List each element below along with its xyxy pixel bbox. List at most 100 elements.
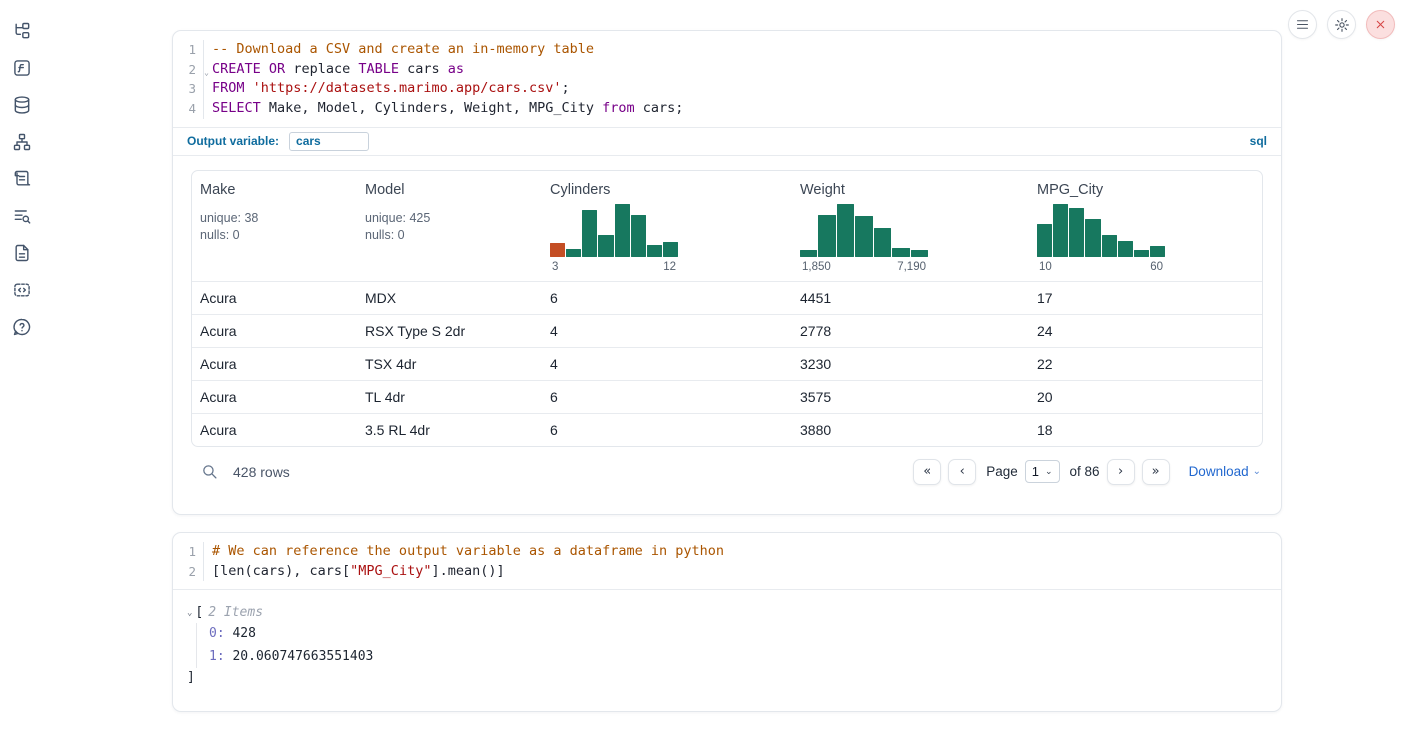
line-number: 1 bbox=[173, 542, 203, 562]
output-variable-input[interactable] bbox=[289, 132, 369, 151]
python-code-editor[interactable]: 1# We can reference the output variable … bbox=[173, 533, 1281, 589]
histogram-bar[interactable] bbox=[855, 216, 872, 257]
left-sidebar bbox=[0, 0, 44, 729]
column-name[interactable]: Weight bbox=[800, 182, 1021, 198]
histogram-bar[interactable] bbox=[892, 248, 909, 257]
code-text: FROM 'https://datasets.marimo.app/cars.c… bbox=[212, 79, 570, 99]
variables-icon[interactable] bbox=[11, 57, 33, 79]
table-row[interactable]: AcuraTL 4dr6357520 bbox=[192, 380, 1262, 413]
table-cell: 6 bbox=[542, 290, 792, 306]
sql-cell: 1 -- Download a CSV and create an in-memo… bbox=[172, 30, 1282, 515]
table-cell: 4451 bbox=[792, 290, 1029, 306]
histogram-bar[interactable] bbox=[582, 210, 597, 257]
histogram-bar[interactable] bbox=[1102, 235, 1117, 257]
table-row[interactable]: AcuraRSX Type S 2dr4277824 bbox=[192, 314, 1262, 347]
line-number: 1 bbox=[173, 40, 203, 60]
shutdown-button[interactable] bbox=[1366, 10, 1395, 39]
table-header-row: Makeunique: 38nulls: 0 Model unique: 425nu… bbox=[192, 171, 1262, 281]
sql-language-badge[interactable]: sql bbox=[1250, 134, 1267, 148]
histogram-bar[interactable] bbox=[818, 215, 835, 257]
column-name[interactable]: Make bbox=[200, 182, 349, 198]
tree-entry-key: 1: bbox=[209, 649, 225, 664]
next-page-button[interactable]: › bbox=[1107, 459, 1135, 485]
column-header-make: Makeunique: 38nulls: 0 bbox=[192, 171, 357, 281]
histogram-bar[interactable] bbox=[911, 250, 928, 257]
column-stats: unique: 425nulls: 0 bbox=[365, 210, 534, 244]
gutter-separator bbox=[203, 542, 204, 562]
histogram-bar[interactable] bbox=[598, 235, 613, 257]
first-page-button[interactable]: « bbox=[913, 459, 941, 485]
column-name[interactable]: Model bbox=[365, 182, 534, 198]
histogram-bar[interactable] bbox=[550, 243, 565, 257]
histogram-bar[interactable] bbox=[1134, 250, 1149, 257]
table-row[interactable]: Acura3.5 RL 4dr6388018 bbox=[192, 413, 1262, 446]
sql-code-editor[interactable]: 1 -- Download a CSV and create an in-memo… bbox=[173, 31, 1281, 127]
histogram-bar[interactable] bbox=[631, 215, 646, 257]
histogram-bar[interactable] bbox=[566, 249, 581, 257]
python-cell: 1# We can reference the output variable … bbox=[172, 532, 1282, 712]
histogram-bar[interactable] bbox=[800, 250, 817, 257]
scratchpad-icon[interactable] bbox=[11, 168, 33, 190]
code-line[interactable]: 1 -- Download a CSV and create an in-memo… bbox=[173, 40, 1281, 60]
code-text: -- Download a CSV and create an in-memor… bbox=[212, 40, 594, 60]
code-text: [len(cars), cars["MPG_City"].mean()] bbox=[212, 562, 505, 582]
histogram-bar[interactable] bbox=[1053, 204, 1068, 257]
python-output-tree: ⌄ [ 2 Items 0: 4281: 20.060747663551403 … bbox=[173, 590, 1281, 701]
pagination: « ‹ Page 1 ⌄ of 86 › » Download ⌄ bbox=[913, 459, 1261, 485]
code-line[interactable]: 1# We can reference the output variable … bbox=[173, 542, 1281, 562]
prev-page-button[interactable]: ‹ bbox=[948, 459, 976, 485]
histogram-bar[interactable] bbox=[663, 242, 678, 257]
table-row[interactable]: AcuraTSX 4dr4323022 bbox=[192, 347, 1262, 380]
histogram-bar[interactable] bbox=[1069, 208, 1084, 257]
line-number: 2⌄ bbox=[173, 60, 203, 80]
histogram-bar[interactable] bbox=[874, 228, 891, 257]
code-line[interactable]: 4SELECT Make, Model, Cylinders, Weight, … bbox=[173, 99, 1281, 119]
code-line[interactable]: 2[len(cars), cars["MPG_City"].mean()] bbox=[173, 562, 1281, 582]
column-header-weight: Weight1,8507,190 bbox=[792, 171, 1029, 281]
tree-entry-value: 20.060747663551403 bbox=[225, 649, 374, 664]
output-variable-label: Output variable: bbox=[187, 134, 279, 148]
code-text: CREATE OR replace TABLE cars as bbox=[212, 60, 464, 80]
table-cell: 22 bbox=[1029, 356, 1262, 372]
histogram-bar[interactable] bbox=[1150, 246, 1165, 257]
histogram-bar[interactable] bbox=[647, 245, 662, 257]
code-line[interactable]: 3FROM 'https://datasets.marimo.app/cars.… bbox=[173, 79, 1281, 99]
histogram-bar[interactable] bbox=[615, 204, 630, 257]
chevron-down-icon: ⌄ bbox=[1045, 466, 1053, 477]
tree-entry-key: 0: bbox=[209, 626, 225, 641]
code-line[interactable]: 2⌄ CREATE OR replace TABLE cars as bbox=[173, 60, 1281, 80]
column-name[interactable]: Cylinders bbox=[550, 182, 784, 198]
search-icon[interactable] bbox=[201, 463, 219, 481]
table-row[interactable]: AcuraMDX6445117 bbox=[192, 281, 1262, 314]
column-name[interactable]: MPG_City bbox=[1037, 182, 1254, 198]
last-page-button[interactable]: » bbox=[1142, 459, 1170, 485]
data-sources-icon[interactable] bbox=[11, 94, 33, 116]
logs-icon[interactable] bbox=[11, 205, 33, 227]
table-cell: 6 bbox=[542, 389, 792, 405]
table-cell: 3880 bbox=[792, 422, 1029, 438]
tree-entry-value: 428 bbox=[225, 626, 256, 641]
histogram-range-labels: 1060 bbox=[1037, 261, 1165, 273]
gutter-separator bbox=[203, 99, 204, 119]
histogram-bar[interactable] bbox=[1118, 241, 1133, 257]
collapse-chevron-icon[interactable]: ⌄ bbox=[187, 603, 192, 623]
histogram-bar[interactable] bbox=[1085, 219, 1100, 257]
settings-button[interactable] bbox=[1327, 10, 1356, 39]
download-button[interactable]: Download ⌄ bbox=[1189, 464, 1261, 479]
snippets-icon[interactable] bbox=[11, 279, 33, 301]
items-count-label: 2 Items bbox=[208, 603, 263, 623]
fold-chevron-icon[interactable]: ⌄ bbox=[204, 63, 209, 83]
help-icon[interactable] bbox=[11, 316, 33, 338]
histogram-bar[interactable] bbox=[837, 204, 854, 257]
documentation-icon[interactable] bbox=[11, 242, 33, 264]
menu-button[interactable] bbox=[1288, 10, 1317, 39]
row-count: 428 rows bbox=[233, 464, 290, 480]
table-cell: 18 bbox=[1029, 422, 1262, 438]
column-histogram: 1060 bbox=[1037, 204, 1165, 273]
histogram-bar[interactable] bbox=[1037, 224, 1052, 257]
file-explorer-icon[interactable] bbox=[11, 20, 33, 42]
dependency-graph-icon[interactable] bbox=[11, 131, 33, 153]
tree-entries: 0: 4281: 20.060747663551403 bbox=[196, 623, 1263, 668]
page-select[interactable]: 1 ⌄ bbox=[1025, 460, 1060, 483]
chevron-down-icon: ⌄ bbox=[1253, 466, 1261, 477]
